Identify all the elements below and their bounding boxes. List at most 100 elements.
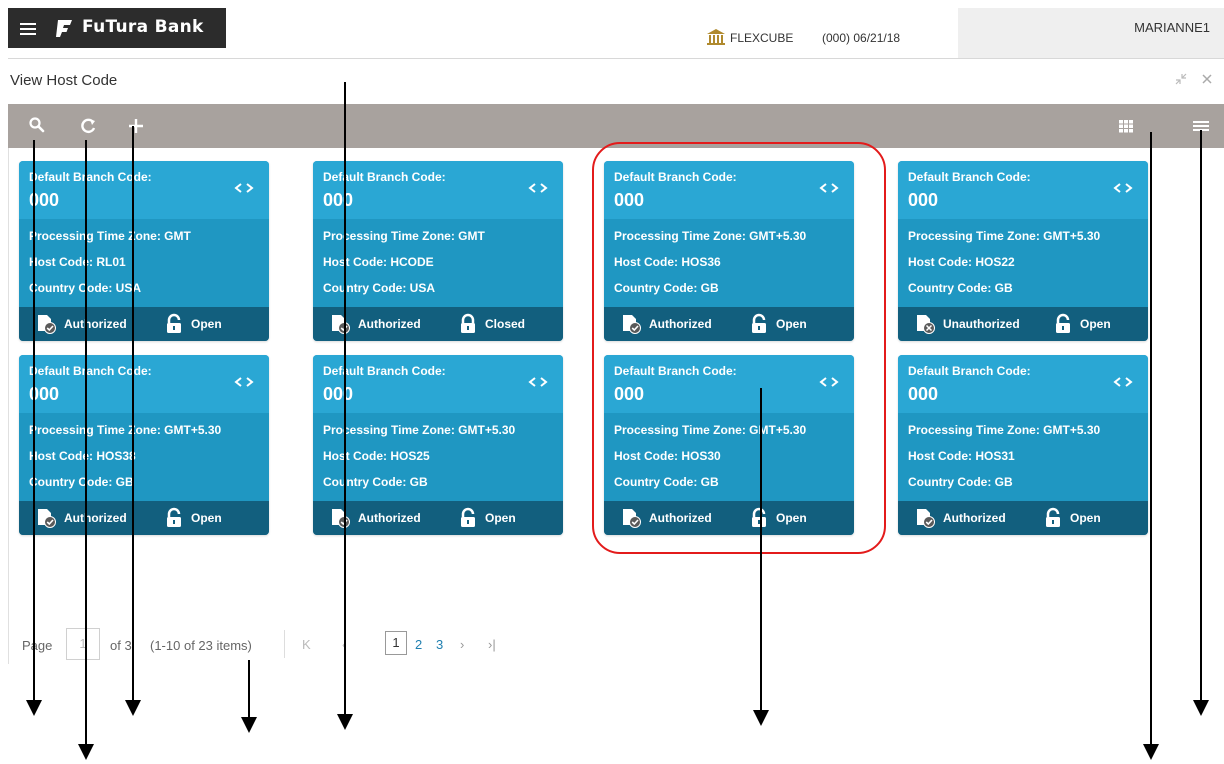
pagination-divider [284,630,285,658]
top-header: FuTura Bank FLEXCUBE (000) 06/21/18 MARI… [0,0,1224,58]
branch-code-label: Default Branch Code: [908,364,1031,378]
callout-arrow-line [132,126,134,702]
page-2-button[interactable]: 2 [415,637,422,652]
host-code-tile[interactable]: Default Branch Code: 000 Processing Time Z… [19,161,269,341]
link-icon[interactable] [1112,375,1134,389]
page-3-button[interactable]: 3 [436,637,443,652]
search-icon[interactable] [28,116,48,136]
authorization-status: Authorized [64,511,127,525]
lock-open-icon [167,507,181,527]
link-icon[interactable] [1112,181,1134,195]
header-divider [8,58,1224,59]
time-zone-value: GMT+5.30 [164,423,222,437]
callout-arrow-head [1193,700,1209,716]
time-zone-value: GMT+5.30 [458,423,516,437]
link-icon[interactable] [527,181,549,195]
time-zone-value: GMT [164,229,191,243]
host-code-value: HCODE [390,255,434,269]
callout-arrow-line [760,388,762,712]
tile-footer: Authorized Open [313,501,563,535]
link-icon[interactable] [527,375,549,389]
tile-header: Default Branch Code: 000 [313,355,563,413]
authorized-icon [38,315,56,334]
tile-footer: Authorized Closed [313,307,563,341]
host-code-tile[interactable]: Default Branch Code: 000 Processing Time Z… [313,355,563,535]
tile-header: Default Branch Code: 000 [19,161,269,219]
host-code-label: Host Code: [29,449,93,463]
add-icon[interactable] [126,116,146,136]
callout-arrow-head [26,700,42,716]
refresh-icon[interactable] [79,116,99,136]
page-1-button[interactable]: 1 [385,631,407,655]
branch-date: (000) 06/21/18 [822,31,901,45]
branch-code-value: 000 [908,384,939,404]
page-label: Page [22,638,53,653]
host-code-tile[interactable]: Default Branch Code: 000 Processing Time Z… [898,161,1148,341]
callout-arrow-line [1150,132,1152,746]
country-code-value: GB [409,475,428,489]
host-code-row: Host Code: HOS31 [908,449,1015,463]
time-zone-label: Processing Time Zone: [323,423,455,437]
items-summary: (1-10 of 23 items) [150,638,252,653]
country-code-label: Country Code: [908,475,992,489]
close-icon[interactable] [1200,72,1214,86]
branch-code-label: Default Branch Code: [323,364,446,378]
time-zone-label: Processing Time Zone: [908,229,1040,243]
country-code-label: Country Code: [323,281,407,295]
time-zone-row: Processing Time Zone: GMT [29,229,191,243]
menu-icon[interactable] [20,20,36,36]
user-panel[interactable]: MARIANNE1 [958,8,1224,58]
callout-arrow-line [344,82,346,716]
branch-code-value: 000 [323,190,354,210]
next-page-button[interactable]: › [460,637,464,652]
callout-arrow-line [248,660,250,719]
country-code-label: Country Code: [323,475,407,489]
host-code-tile[interactable]: Default Branch Code: 000 Processing Time Z… [898,355,1148,535]
lock-closed-icon [461,313,475,333]
authorized-icon [332,509,350,528]
last-page-button[interactable]: ›| [488,637,496,652]
user-name: MARIANNE1 [1134,20,1210,35]
branch-code-value: 000 [908,190,939,210]
branch-code-label: Default Branch Code: [323,170,446,184]
country-code-row: Country Code: GB [29,475,134,489]
country-code-value: GB [115,475,134,489]
host-code-label: Host Code: [323,449,387,463]
host-code-row: Host Code: HOS22 [908,255,1015,269]
product-name: FLEXCUBE [730,31,794,45]
time-zone-value: GMT+5.30 [1043,229,1101,243]
time-zone-label: Processing Time Zone: [29,423,161,437]
highlight-box [592,142,886,554]
link-icon[interactable] [233,181,255,195]
link-icon[interactable] [233,375,255,389]
tile-body: Processing Time Zone: GMT+5.30 Host Code:… [313,413,563,501]
panel-border [8,148,9,664]
time-zone-row: Processing Time Zone: GMT+5.30 [29,423,221,437]
callout-arrow-head [753,710,769,726]
branch-code-value: 000 [323,384,354,404]
bank-icon [707,29,725,45]
tile-view-icon[interactable] [1116,116,1136,136]
lock-open-icon [1056,313,1070,333]
country-code-label: Country Code: [29,475,113,489]
page-number-input[interactable]: 1 [66,628,100,660]
minimize-icon[interactable] [1174,72,1188,86]
callout-arrow-head [337,714,353,730]
callout-arrow-head [78,744,94,760]
country-code-label: Country Code: [908,281,992,295]
authorization-status: Authorized [358,511,421,525]
host-code-row: Host Code: RL01 [29,255,126,269]
host-code-tile[interactable]: Default Branch Code: 000 Processing Time Z… [313,161,563,341]
time-zone-label: Processing Time Zone: [908,423,1040,437]
first-page-button[interactable]: K [302,637,311,652]
tile-footer: Authorized Open [19,501,269,535]
country-code-row: Country Code: USA [323,281,435,295]
authorization-status: Authorized [358,317,421,331]
host-code-tile[interactable]: Default Branch Code: 000 Processing Time Z… [19,355,269,535]
country-code-label: Country Code: [29,281,113,295]
record-status: Open [1080,317,1111,331]
brand-name: FuTura Bank [82,17,204,37]
time-zone-value: GMT [458,229,485,243]
authorization-status: Authorized [64,317,127,331]
authorized-icon [38,509,56,528]
